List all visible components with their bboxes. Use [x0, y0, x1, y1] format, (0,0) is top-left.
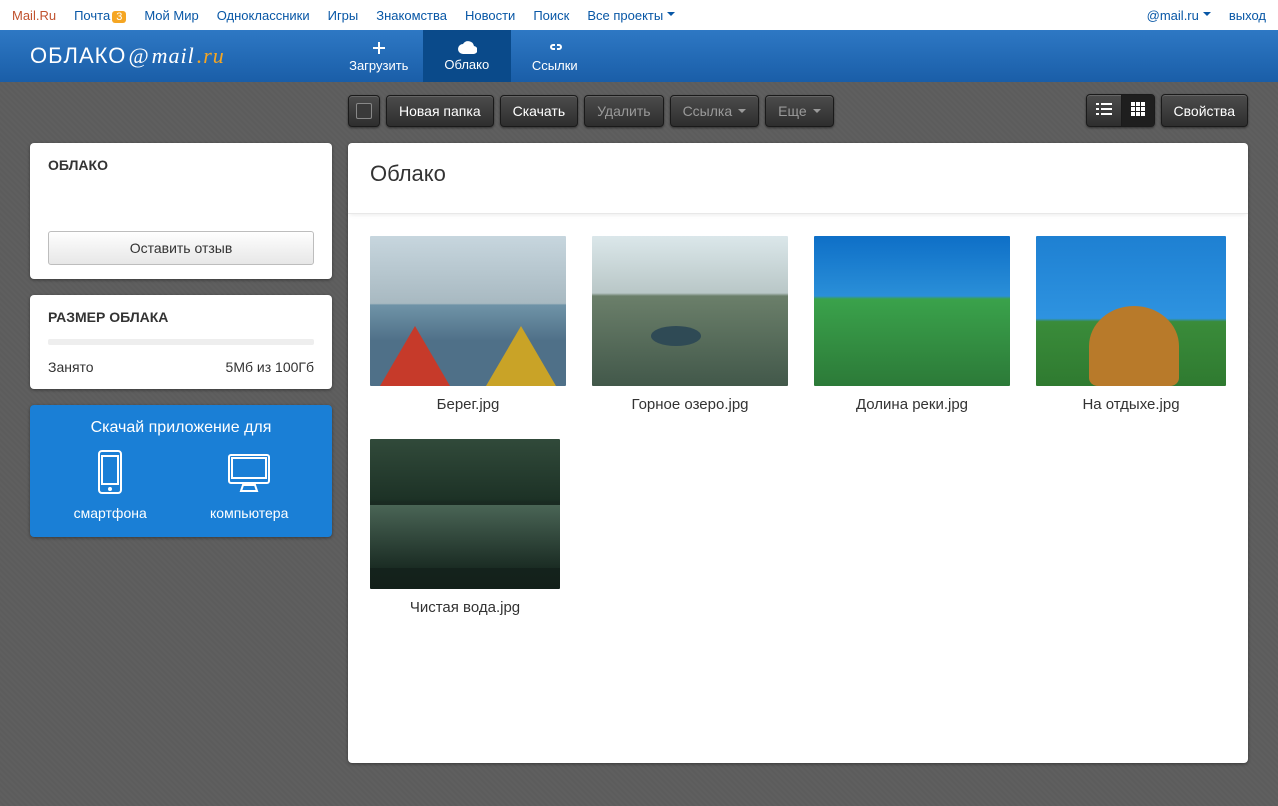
app-header: ОБЛАКО @ mail .ru Загрузить Облако Ссылк… [0, 30, 1278, 82]
page-title: Облако [348, 143, 1248, 214]
portal-user-label: @mail.ru [1147, 8, 1199, 23]
toolbar-right: Свойства [1086, 94, 1248, 127]
logo-ru: .ru [197, 43, 225, 69]
logo[interactable]: ОБЛАКО @ mail .ru [30, 43, 225, 69]
file-name: Горное озеро.jpg [592, 396, 788, 413]
sidebar: ОБЛАКО Оставить отзыв РАЗМЕР ОБЛАКА Заня… [30, 143, 332, 763]
portal-link-mailru[interactable]: Mail.Ru [12, 8, 56, 23]
storage-row: Занято 5Мб из 100Гб [48, 359, 314, 375]
portal-right: @mail.ru выход [1147, 8, 1266, 23]
nav-links-label: Ссылки [532, 58, 578, 73]
file-grid: Берег.jpg Горное озеро.jpg Долина реки.j… [348, 214, 1248, 638]
toolbar-left: Новая папка Скачать Удалить Ссылка Еще [348, 95, 834, 127]
more-button[interactable]: Еще [765, 95, 834, 127]
download-button[interactable]: Скачать [500, 95, 579, 127]
view-switch [1086, 94, 1155, 127]
file-name: На отдыхе.jpg [1036, 396, 1226, 413]
select-all-checkbox[interactable] [348, 95, 380, 127]
cloud-icon [457, 41, 477, 55]
chevron-down-icon [813, 109, 821, 117]
nav-cloud-label: Облако [444, 57, 489, 72]
portal-link-allprojects-label: Все проекты [587, 8, 663, 23]
promo-smartphone-label: смартфона [74, 505, 147, 521]
app-nav: Загрузить Облако Ссылки [335, 30, 599, 82]
storage-used-label: Занято [48, 359, 94, 375]
columns: ОБЛАКО Оставить отзыв РАЗМЕР ОБЛАКА Заня… [30, 143, 1248, 763]
file-thumbnail [370, 236, 566, 386]
mail-badge: 3 [112, 11, 126, 23]
new-folder-button[interactable]: Новая папка [386, 95, 494, 127]
portal-link-ok[interactable]: Одноклассники [217, 8, 310, 23]
size-panel-title: РАЗМЕР ОБЛАКА [48, 309, 314, 325]
logout-link[interactable]: выход [1229, 8, 1266, 23]
file-name: Берег.jpg [370, 396, 566, 413]
nav-links[interactable]: Ссылки [511, 30, 599, 82]
promo-panel: Скачай приложение для смартфона компьюте… [30, 405, 332, 537]
promo-apps: смартфона компьютера [42, 449, 320, 521]
desktop-icon [223, 449, 275, 497]
portal-user-menu[interactable]: @mail.ru [1147, 8, 1211, 23]
portal-bar: Mail.Ru Почта3 Мой Мир Одноклассники Игр… [0, 0, 1278, 30]
properties-button[interactable]: Свойства [1161, 94, 1248, 127]
plus-icon [371, 40, 387, 56]
promo-title: Скачай приложение для [42, 419, 320, 437]
chevron-down-icon [667, 12, 675, 20]
grid-icon [1131, 102, 1145, 116]
toolbar: Новая папка Скачать Удалить Ссылка Еще С… [348, 94, 1248, 127]
cloud-panel-title: ОБЛАКО [48, 157, 314, 173]
list-icon [1096, 102, 1112, 116]
review-button[interactable]: Оставить отзыв [48, 231, 314, 265]
portal-links: Mail.Ru Почта3 Мой Мир Одноклассники Игр… [12, 8, 675, 23]
promo-computer[interactable]: компьютера [210, 449, 288, 521]
portal-link-dating[interactable]: Знакомства [376, 8, 447, 23]
portal-link-news[interactable]: Новости [465, 8, 515, 23]
promo-computer-label: компьютера [210, 505, 288, 521]
promo-smartphone[interactable]: смартфона [74, 449, 147, 521]
portal-link-search[interactable]: Поиск [533, 8, 569, 23]
link-icon [547, 40, 563, 56]
size-panel: РАЗМЕР ОБЛАКА Занято 5Мб из 100Гб [30, 295, 332, 389]
body-area: Новая папка Скачать Удалить Ссылка Еще С… [0, 82, 1278, 806]
file-item[interactable]: Берег.jpg [370, 236, 566, 413]
portal-link-mail[interactable]: Почта3 [74, 8, 126, 23]
file-item[interactable]: Горное озеро.jpg [592, 236, 788, 413]
file-thumbnail [370, 439, 560, 589]
portal-link-mail-label: Почта [74, 8, 110, 23]
smartphone-icon [90, 449, 130, 497]
view-list-button[interactable] [1087, 95, 1121, 126]
file-item[interactable]: На отдыхе.jpg [1036, 236, 1226, 413]
file-name: Чистая вода.jpg [370, 599, 560, 616]
view-grid-button[interactable] [1121, 95, 1154, 126]
link-button-label: Ссылка [683, 103, 733, 119]
logo-mail: mail [152, 43, 195, 69]
logo-at: @ [128, 43, 149, 69]
delete-button[interactable]: Удалить [584, 95, 663, 127]
checkbox-icon [356, 103, 372, 119]
file-thumbnail [592, 236, 788, 386]
storage-used-value: 5Мб из 100Гб [226, 359, 314, 375]
nav-upload-label: Загрузить [349, 58, 408, 73]
file-thumbnail [814, 236, 1010, 386]
portal-link-mymir[interactable]: Мой Мир [144, 8, 198, 23]
nav-upload[interactable]: Загрузить [335, 30, 423, 82]
portal-link-games[interactable]: Игры [328, 8, 359, 23]
cloud-panel: ОБЛАКО Оставить отзыв [30, 143, 332, 279]
more-button-label: Еще [778, 103, 807, 119]
link-button[interactable]: Ссылка [670, 95, 760, 127]
logo-oblako: ОБЛАКО [30, 43, 126, 69]
file-name: Долина реки.jpg [814, 396, 1010, 413]
file-item[interactable]: Чистая вода.jpg [370, 439, 560, 616]
main-panel: Облако Берег.jpg Горное озеро.jpg Долина… [348, 143, 1248, 763]
chevron-down-icon [1203, 12, 1211, 20]
file-item[interactable]: Долина реки.jpg [814, 236, 1010, 413]
nav-cloud[interactable]: Облако [423, 30, 511, 82]
chevron-down-icon [738, 109, 746, 117]
portal-link-allprojects[interactable]: Все проекты [587, 8, 675, 23]
storage-bar [48, 339, 314, 345]
file-thumbnail [1036, 236, 1226, 386]
